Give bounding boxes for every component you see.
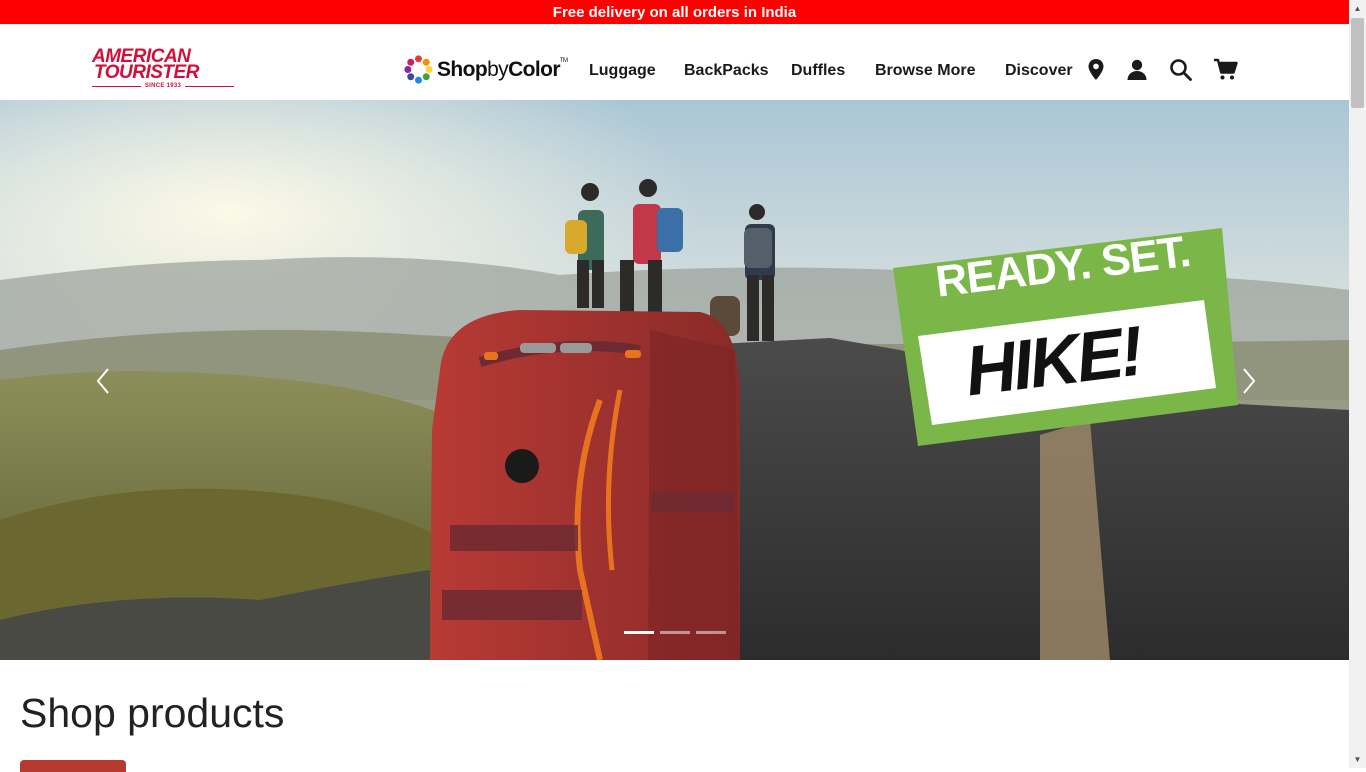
scroll-up-icon[interactable]: ▲ — [1349, 0, 1366, 17]
site-header: AMERICAN TOURISTER SINCE 1933 ShopbyColo… — [0, 24, 1349, 100]
badge-bottom-text: HIKE! — [961, 311, 1145, 411]
nav-browse-more[interactable]: Browse More — [875, 62, 975, 80]
badge-top-text: READY. SET. — [933, 226, 1193, 307]
logo-line-2: TOURISTER — [94, 62, 199, 83]
promo-bar-text: Free delivery on all orders in India — [552, 3, 797, 21]
search-icon[interactable] — [1169, 58, 1193, 82]
nav-luggage[interactable]: Luggage — [589, 62, 656, 80]
logo-since-text: SINCE 1933 — [144, 83, 182, 89]
color-wheel-icon — [404, 55, 433, 84]
promo-bar: Free delivery on all orders in India — [0, 0, 1349, 24]
shop-by-color-link[interactable]: ShopbyColorTM — [403, 54, 568, 85]
hero-carousel[interactable]: READY. SET. HIKE! — [0, 100, 1349, 660]
shop-by-color-label: ShopbyColorTM — [437, 57, 568, 81]
carousel-dot-1[interactable] — [624, 631, 654, 634]
hero-badge: READY. SET. HIKE! — [893, 226, 1238, 446]
nav-discover[interactable]: Discover — [1005, 62, 1073, 80]
shopping-cart-icon[interactable] — [1213, 58, 1239, 82]
brand-logo[interactable]: AMERICAN TOURISTER SINCE 1933 — [92, 47, 235, 89]
scroll-thumb[interactable] — [1351, 18, 1364, 108]
carousel-dot-2[interactable] — [660, 631, 690, 634]
carousel-prev-arrow-icon[interactable] — [92, 366, 116, 396]
nav-backpacks[interactable]: BackPacks — [684, 62, 769, 80]
section-title: Shop products — [20, 690, 285, 736]
logo-since: SINCE 1933 — [92, 83, 235, 89]
scroll-down-icon[interactable]: ▼ — [1349, 751, 1366, 768]
page-scrollbar[interactable]: ▲ ▼ — [1349, 0, 1366, 768]
carousel-indicators — [624, 631, 726, 634]
carousel-next-arrow-icon[interactable] — [1236, 366, 1260, 396]
user-account-icon[interactable] — [1126, 58, 1150, 82]
nav-duffles[interactable]: Duffles — [791, 62, 845, 80]
location-pin-icon[interactable] — [1086, 58, 1110, 82]
carousel-dot-3[interactable] — [696, 631, 726, 634]
product-category-tab[interactable] — [20, 760, 126, 772]
